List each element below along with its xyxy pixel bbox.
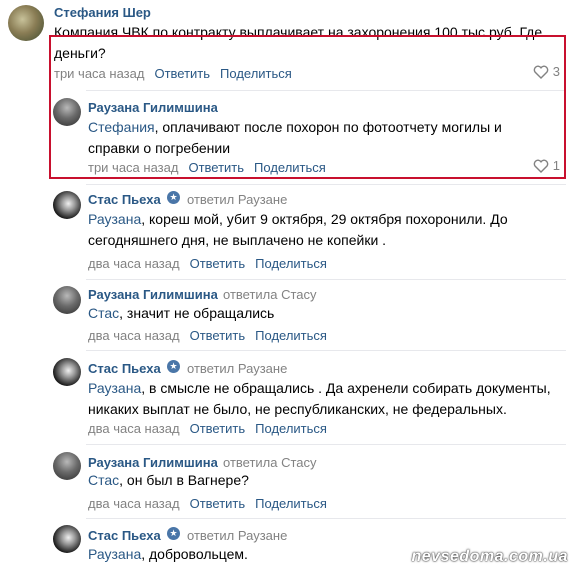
divider — [86, 518, 566, 519]
avatar[interactable] — [53, 525, 81, 553]
reply-button[interactable]: Ответить — [190, 328, 246, 343]
addressee-link[interactable]: Раузана — [88, 211, 141, 227]
divider — [86, 279, 566, 280]
reply-to-label[interactable]: ответила Стасу — [223, 455, 317, 470]
share-button[interactable]: Поделиться — [255, 256, 327, 271]
comment-text: Раузана, в смысле не обращались . Да ахр… — [88, 378, 558, 420]
author-name[interactable]: Стефания Шер — [54, 5, 151, 20]
addressee-link[interactable]: Раузана — [88, 546, 141, 562]
author-name[interactable]: Стас Пьеха — [88, 192, 161, 207]
timestamp[interactable]: два часа назад — [88, 496, 180, 511]
comment-meta: два часа назад Ответить Поделиться — [88, 328, 337, 343]
comment-body: , добровольцем. — [141, 546, 248, 562]
share-button[interactable]: Поделиться — [255, 328, 327, 343]
verified-badge-icon: ★ — [167, 360, 180, 373]
reply-to-label[interactable]: ответил Раузане — [187, 361, 287, 376]
reply-button[interactable]: Ответить — [190, 256, 246, 271]
divider — [86, 350, 566, 351]
addressee-link[interactable]: Раузана — [88, 380, 141, 396]
comment-text: Стас, он был в Вагнере? — [88, 470, 548, 491]
highlight-frame — [49, 35, 566, 179]
divider — [86, 444, 566, 445]
verified-badge-icon: ★ — [167, 191, 180, 204]
author-name[interactable]: Стас Пьеха — [88, 361, 161, 376]
comment-meta: два часа назад Ответить Поделиться — [88, 496, 337, 511]
timestamp[interactable]: два часа назад — [88, 328, 180, 343]
avatar[interactable] — [53, 191, 81, 219]
reply-button[interactable]: Ответить — [190, 496, 246, 511]
comment-body: , в смысле не обращались . Да ахренели с… — [88, 380, 551, 417]
timestamp[interactable]: два часа назад — [88, 421, 180, 436]
timestamp[interactable]: два часа назад — [88, 256, 180, 271]
verified-badge-icon: ★ — [167, 527, 180, 540]
addressee-link[interactable]: Стас — [88, 305, 119, 321]
reply-to-label[interactable]: ответил Раузане — [187, 528, 287, 543]
comment-body: , значит не обращались — [119, 305, 275, 321]
reply-to-label[interactable]: ответила Стасу — [223, 287, 317, 302]
reply-button[interactable]: Ответить — [190, 421, 246, 436]
share-button[interactable]: Поделиться — [255, 421, 327, 436]
avatar[interactable] — [53, 358, 81, 386]
addressee-link[interactable]: Стас — [88, 472, 119, 488]
author-name[interactable]: Раузана Гилимшина — [88, 455, 218, 470]
comment-body: , кореш мой, убит 9 октября, 29 октября … — [88, 211, 508, 248]
avatar[interactable] — [53, 286, 81, 314]
comment-text: Раузана, кореш мой, убит 9 октября, 29 о… — [88, 209, 548, 251]
comment-meta: два часа назад Ответить Поделиться — [88, 256, 337, 271]
author-name[interactable]: Стас Пьеха — [88, 528, 161, 543]
comment-text: Стас, значит не обращались — [88, 303, 548, 324]
divider — [86, 184, 566, 185]
watermark: nevsedoma.com.ua — [411, 548, 568, 565]
comment-body: , он был в Вагнере? — [119, 472, 249, 488]
comment-meta: два часа назад Ответить Поделиться — [88, 421, 337, 436]
author-name[interactable]: Раузана Гилимшина — [88, 287, 218, 302]
avatar[interactable] — [8, 5, 44, 41]
reply-to-label[interactable]: ответил Раузане — [187, 192, 287, 207]
share-button[interactable]: Поделиться — [255, 496, 327, 511]
avatar[interactable] — [53, 452, 81, 480]
